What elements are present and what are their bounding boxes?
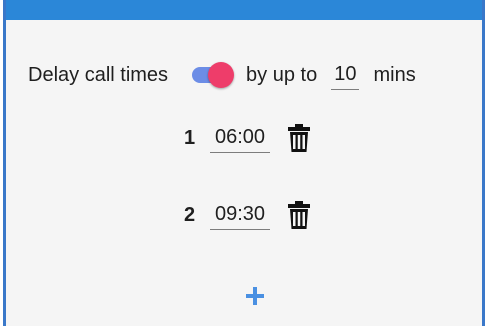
toggle-thumb [208, 62, 235, 88]
trash-icon[interactable] [288, 200, 310, 230]
call-time-row: 2 09:30 [184, 196, 310, 234]
delay-minutes-input[interactable]: 10 [331, 61, 360, 90]
call-time-index: 2 [184, 204, 196, 226]
trash-icon[interactable] [288, 123, 310, 153]
app-frame: Delay call times by up to 10 mins 1 06:0… [3, 0, 485, 326]
delay-call-times-label: Delay call times [28, 64, 169, 86]
add-call-time-button[interactable] [243, 284, 267, 308]
by-up-to-label: by up to [246, 64, 318, 86]
delay-toggle[interactable] [190, 61, 236, 89]
mins-label: mins [373, 64, 416, 86]
call-time-input[interactable]: 09:30 [210, 201, 270, 230]
top-bar [6, 0, 482, 20]
plus-icon [246, 287, 264, 305]
call-time-row: 1 06:00 [184, 119, 310, 157]
call-time-index: 1 [184, 127, 196, 149]
delay-call-times-row: Delay call times by up to 10 mins [28, 60, 416, 90]
call-time-input[interactable]: 06:00 [210, 124, 270, 153]
